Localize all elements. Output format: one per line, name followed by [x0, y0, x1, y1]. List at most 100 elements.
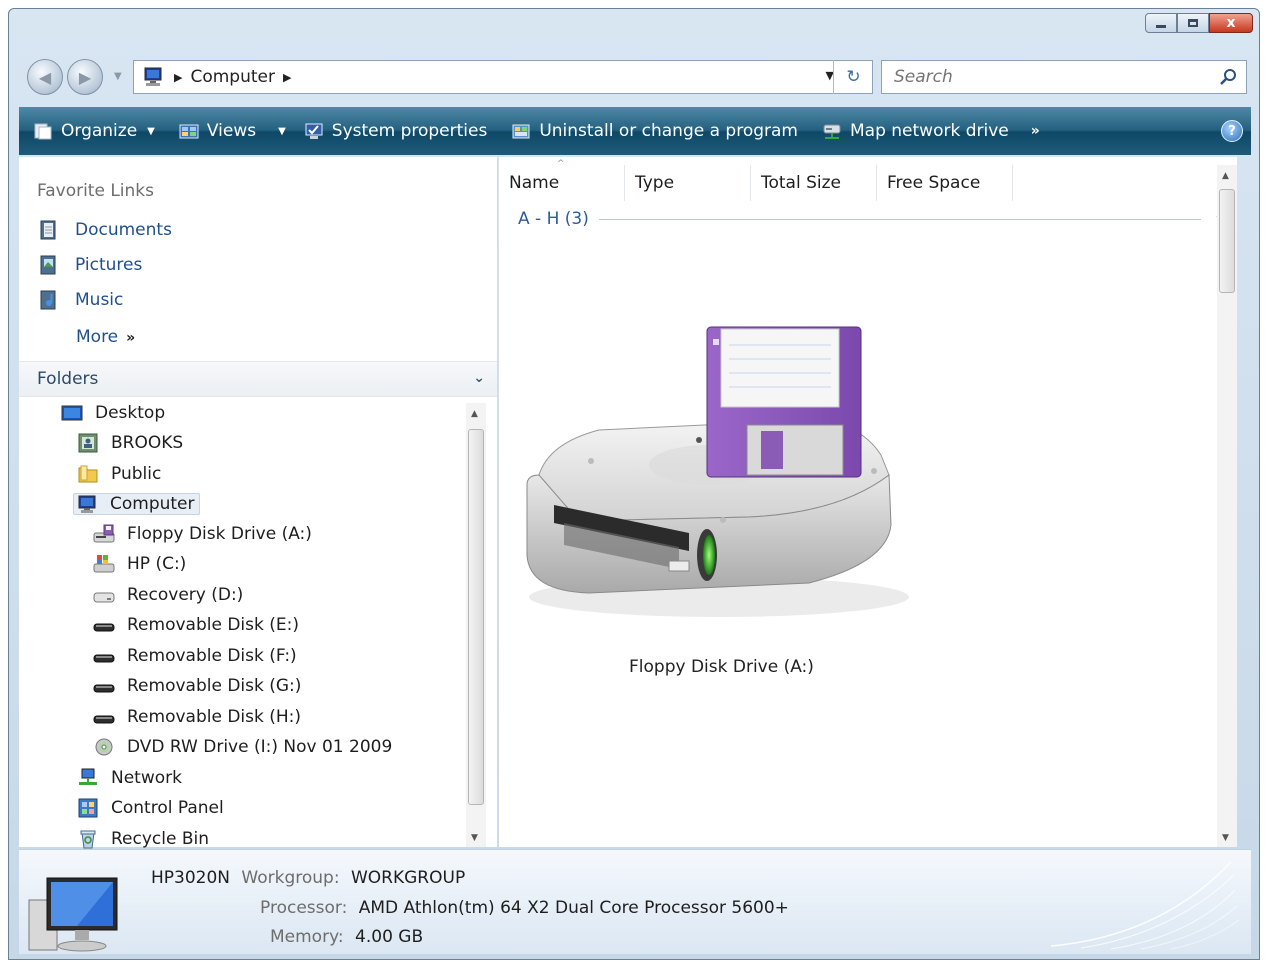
organize-icon	[34, 123, 52, 140]
tree-item-dvd-i[interactable]: DVD RW Drive (I:) Nov 01 2009	[93, 737, 392, 757]
search-box[interactable]	[881, 60, 1247, 94]
scroll-up-icon[interactable]: ▲	[1222, 171, 1229, 181]
scrollbar-thumb[interactable]	[468, 429, 484, 805]
tree-item-brooks[interactable]: BROOKS	[77, 433, 183, 453]
computer-name-row: HP3020N Workgroup: WORKGROUP	[151, 868, 465, 888]
help-glyph: ?	[1228, 123, 1236, 139]
more-label: More	[76, 327, 119, 347]
breadcrumb-arrow-icon[interactable]: ▶	[174, 71, 182, 84]
floppy-drive-icon	[526, 326, 909, 617]
computer-name: HP3020N	[151, 868, 231, 888]
tree-label: Removable Disk (H:)	[127, 707, 302, 727]
documents-icon	[40, 220, 56, 240]
forward-button[interactable]: ▶	[67, 59, 103, 95]
scroll-up-icon[interactable]: ▲	[471, 409, 478, 419]
tree-item-desktop[interactable]: Desktop	[61, 403, 165, 423]
system-properties-label: System properties	[331, 121, 488, 141]
tree-item-floppy[interactable]: Floppy Disk Drive (A:)	[93, 524, 312, 544]
address-bar[interactable]: ▶ Computer ▶ ▼	[133, 60, 873, 94]
column-type[interactable]: Type	[625, 165, 751, 201]
tree-label: BROOKS	[111, 433, 184, 453]
favorite-documents[interactable]: Documents	[39, 219, 172, 241]
removable-disk-icon	[93, 684, 115, 693]
tree-item-network[interactable]: Network	[77, 768, 182, 788]
computer-icon	[78, 495, 96, 513]
tree-label: Control Panel	[111, 798, 224, 818]
tree-item-removable-e[interactable]: Removable Disk (E:)	[93, 615, 299, 635]
search-icon[interactable]	[1218, 67, 1238, 87]
folders-label: Folders	[37, 369, 99, 389]
refresh-button[interactable]: ↻	[833, 60, 873, 94]
favorite-pictures[interactable]: Pictures	[39, 254, 142, 276]
decorative-swoosh	[1050, 861, 1240, 950]
workgroup-value: WORKGROUP	[350, 868, 466, 888]
tree-item-control-panel[interactable]: Control Panel	[77, 798, 224, 818]
dvd-drive-icon	[95, 738, 113, 756]
tree-item-hp-c[interactable]: HP (C:)	[93, 554, 186, 574]
chevron-down-icon: ▼	[278, 125, 286, 137]
content-scrollbar[interactable]: ▲ ▼	[1217, 165, 1237, 847]
tree-item-recovery-d[interactable]: Recovery (D:)	[93, 585, 243, 605]
column-headers: ^ Name Type Total Size Free Space	[499, 159, 1013, 201]
tree-item-removable-f[interactable]: Removable Disk (F:)	[93, 646, 297, 666]
tree-item-recycle-bin[interactable]: Recycle Bin	[77, 829, 209, 849]
map-network-drive-button[interactable]: Map network drive	[822, 121, 1009, 141]
chevron-down-icon[interactable]: ⌄	[473, 370, 485, 386]
more-commands-button[interactable]: »	[1031, 123, 1040, 139]
scroll-down-icon[interactable]: ▼	[471, 833, 478, 843]
favorite-music[interactable]: Music	[39, 289, 123, 311]
workgroup-label: Workgroup:	[241, 868, 340, 888]
scroll-down-icon[interactable]: ▼	[1222, 833, 1229, 843]
floppy-drive-label[interactable]: Floppy Disk Drive (A:)	[629, 657, 814, 677]
memory-row: Memory: 4.00 GB	[270, 927, 423, 947]
favorite-label: Music	[75, 290, 124, 310]
column-free-space[interactable]: Free Space	[877, 165, 1013, 201]
minimize-icon	[1156, 24, 1166, 28]
group-header[interactable]: A - H (3) ^	[518, 209, 1226, 229]
command-bar: Organize ▼ Views ▼ System properties Uni…	[19, 107, 1251, 155]
tree-label: Recycle Bin	[111, 829, 210, 849]
tree-item-public[interactable]: Public	[77, 464, 161, 484]
column-label: Total Size	[761, 173, 842, 193]
details-pane: HP3020N Workgroup: WORKGROUP Processor: …	[19, 849, 1251, 954]
close-button[interactable]: x	[1209, 13, 1253, 33]
floppy-drive-tile[interactable]	[509, 325, 929, 685]
folders-header[interactable]: Folders ⌄	[19, 361, 497, 397]
organize-button[interactable]: Organize ▼	[33, 121, 155, 141]
minimize-button[interactable]	[1145, 13, 1177, 33]
search-input[interactable]	[892, 66, 1196, 88]
network-drive-icon	[823, 124, 841, 139]
tree-label: Network	[111, 768, 182, 788]
removable-disk-icon	[93, 715, 115, 724]
refresh-icon: ↻	[846, 67, 861, 87]
music-icon	[40, 290, 56, 310]
uninstall-icon	[512, 124, 530, 139]
views-button[interactable]: Views ▼	[179, 121, 286, 141]
tree-label: Removable Disk (E:)	[127, 615, 299, 635]
breadcrumb-computer[interactable]: Computer	[190, 67, 275, 87]
explorer-window: x ◀ ▶ ▼ ▶ Computer ▶ ▼ ↻ Organiz	[8, 8, 1260, 960]
back-button[interactable]: ◀	[27, 59, 63, 95]
tree-item-removable-g[interactable]: Removable Disk (G:)	[93, 676, 301, 696]
column-label: Name	[509, 173, 560, 193]
column-total-size[interactable]: Total Size	[751, 165, 877, 201]
column-name[interactable]: ^ Name	[499, 159, 625, 201]
scrollbar-thumb[interactable]	[1219, 189, 1235, 293]
tree-item-removable-h[interactable]: Removable Disk (H:)	[93, 707, 301, 727]
breadcrumb-arrow-icon[interactable]: ▶	[283, 71, 291, 84]
uninstall-program-label: Uninstall or change a program	[539, 121, 798, 141]
views-label: Views	[206, 121, 257, 141]
more-favorites-link[interactable]: More »	[76, 327, 135, 347]
memory-label: Memory:	[270, 927, 344, 947]
uninstall-program-button[interactable]: Uninstall or change a program	[511, 121, 798, 141]
help-icon[interactable]: ?	[1221, 120, 1243, 142]
map-network-drive-label: Map network drive	[850, 121, 1009, 141]
system-properties-button[interactable]: System properties	[304, 121, 488, 141]
folders-scrollbar[interactable]: ▲ ▼	[466, 403, 486, 847]
maximize-button[interactable]	[1177, 13, 1209, 33]
tree-item-computer[interactable]: Computer	[73, 493, 200, 515]
tree-label: Removable Disk (G:)	[127, 676, 302, 696]
recent-pages-dropdown[interactable]: ▼	[114, 71, 124, 82]
hard-drive-icon	[93, 592, 115, 603]
pictures-icon	[40, 255, 56, 275]
